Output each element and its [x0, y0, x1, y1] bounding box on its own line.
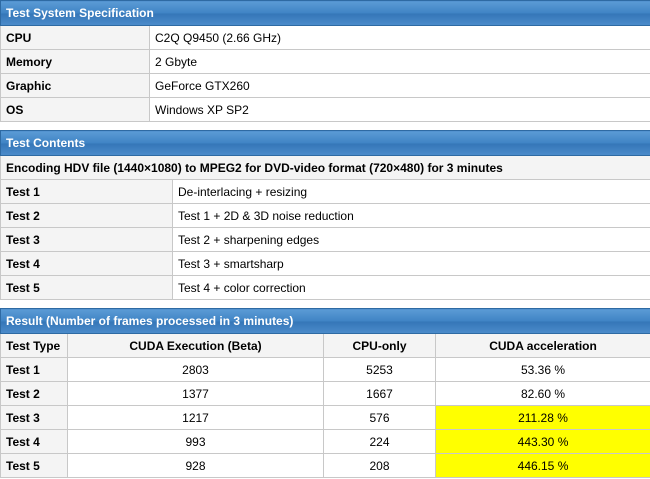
contents-value: Test 1 + 2D & 3D noise reduction — [172, 203, 650, 228]
spec-row: Graphic GeForce GTX260 — [0, 73, 650, 98]
spec-label: Memory — [0, 49, 150, 74]
contents-value: Test 2 + sharpening edges — [172, 227, 650, 252]
contents-row: Test 4 Test 3 + smartsharp — [0, 251, 650, 276]
result-cuda: 928 — [67, 453, 324, 478]
spec-row: OS Windows XP SP2 — [0, 97, 650, 122]
result-test: Test 5 — [0, 453, 68, 478]
result-header-row: Test Type CUDA Execution (Beta) CPU-only… — [0, 333, 650, 358]
result-cpu: 1667 — [323, 381, 436, 406]
contents-value: De-interlacing + resizing — [172, 179, 650, 204]
result-test: Test 2 — [0, 381, 68, 406]
contents-row: Test 3 Test 2 + sharpening edges — [0, 227, 650, 252]
result-accel: 446.15 % — [434, 453, 650, 478]
result-row: Test 3 1217 576 211.28 % — [0, 405, 650, 430]
result-title: Result (Number of frames processed in 3 … — [0, 308, 650, 334]
result-cpu: 224 — [323, 429, 436, 454]
spec-table: Test System Specification CPU C2Q Q9450 … — [0, 0, 650, 122]
result-table: Result (Number of frames processed in 3 … — [0, 308, 650, 478]
spec-row: CPU C2Q Q9450 (2.66 GHz) — [0, 25, 650, 50]
column-header: CUDA acceleration — [434, 333, 650, 358]
result-row: Test 2 1377 1667 82.60 % — [0, 381, 650, 406]
contents-row: Test 5 Test 4 + color correction — [0, 275, 650, 300]
contents-summary: Encoding HDV file (1440×1080) to MPEG2 f… — [0, 155, 650, 180]
contents-value: Test 4 + color correction — [172, 275, 650, 300]
column-header: CUDA Execution (Beta) — [67, 333, 324, 358]
spec-value: 2 Gbyte — [148, 49, 650, 74]
contents-title: Test Contents — [0, 130, 650, 156]
spec-label: CPU — [0, 25, 150, 50]
result-cuda: 1217 — [67, 405, 324, 430]
contents-row: Test 2 Test 1 + 2D & 3D noise reduction — [0, 203, 650, 228]
spec-title: Test System Specification — [0, 0, 650, 26]
result-accel: 53.36 % — [434, 357, 650, 382]
contents-label: Test 2 — [0, 203, 173, 228]
spec-label: OS — [0, 97, 150, 122]
spec-value: GeForce GTX260 — [148, 73, 650, 98]
result-accel: 211.28 % — [434, 405, 650, 430]
result-cuda: 993 — [67, 429, 324, 454]
column-header: Test Type — [0, 333, 68, 358]
contents-label: Test 3 — [0, 227, 173, 252]
column-header: CPU-only — [323, 333, 436, 358]
contents-label: Test 5 — [0, 275, 173, 300]
result-accel: 82.60 % — [434, 381, 650, 406]
contents-label: Test 1 — [0, 179, 173, 204]
result-row: Test 4 993 224 443.30 % — [0, 429, 650, 454]
result-test: Test 1 — [0, 357, 68, 382]
result-cuda: 2803 — [67, 357, 324, 382]
contents-value: Test 3 + smartsharp — [172, 251, 650, 276]
spec-value: C2Q Q9450 (2.66 GHz) — [148, 25, 650, 50]
result-cpu: 576 — [323, 405, 436, 430]
spec-row: Memory 2 Gbyte — [0, 49, 650, 74]
result-row: Test 1 2803 5253 53.36 % — [0, 357, 650, 382]
result-accel: 443.30 % — [434, 429, 650, 454]
result-cpu: 208 — [323, 453, 436, 478]
result-test: Test 3 — [0, 405, 68, 430]
result-cpu: 5253 — [323, 357, 436, 382]
contents-table: Test Contents Encoding HDV file (1440×10… — [0, 130, 650, 300]
contents-label: Test 4 — [0, 251, 173, 276]
result-cuda: 1377 — [67, 381, 324, 406]
spec-label: Graphic — [0, 73, 150, 98]
spec-value: Windows XP SP2 — [148, 97, 650, 122]
result-row: Test 5 928 208 446.15 % — [0, 453, 650, 478]
contents-row: Test 1 De-interlacing + resizing — [0, 179, 650, 204]
result-test: Test 4 — [0, 429, 68, 454]
